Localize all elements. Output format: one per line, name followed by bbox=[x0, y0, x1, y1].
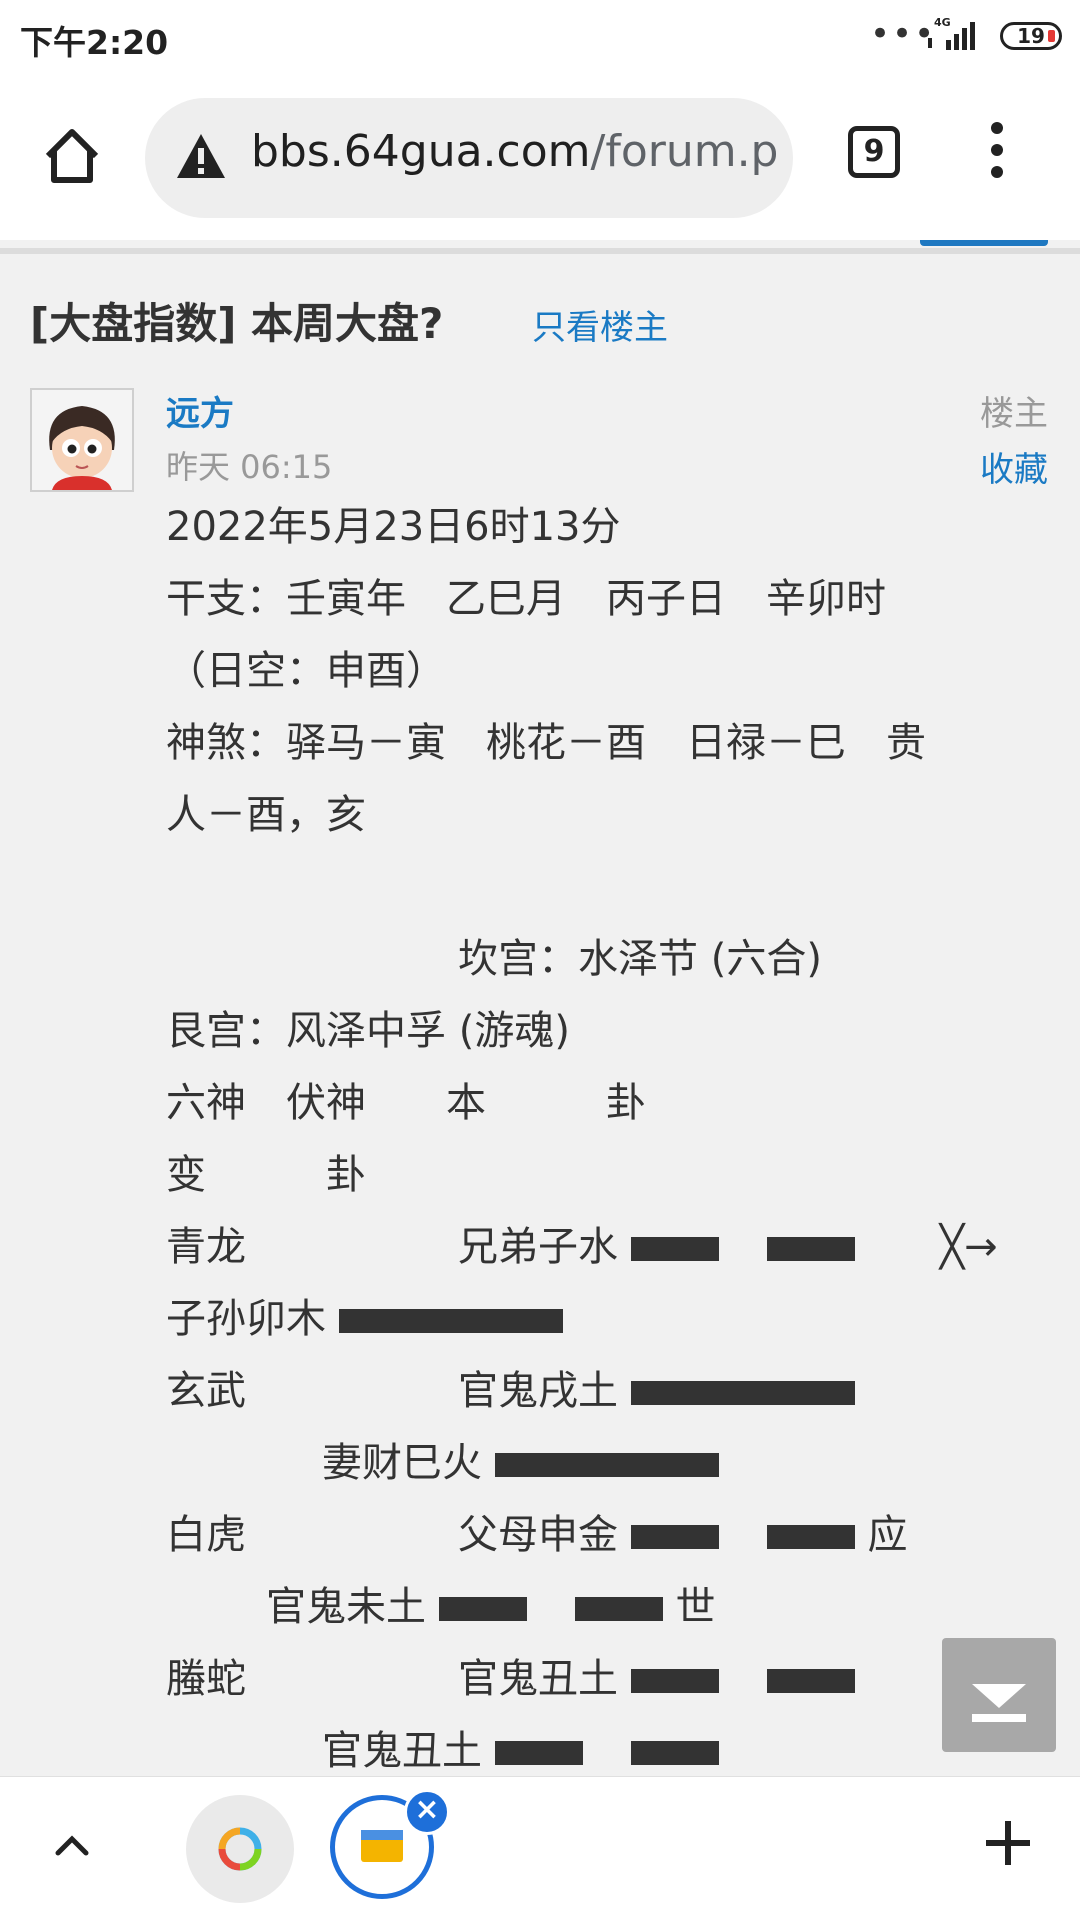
op-label: 楼主 bbox=[980, 394, 1048, 434]
post-line: 坎宫：水泽节 (六合) bbox=[458, 936, 822, 982]
yao-label: 兄弟子水 bbox=[458, 1224, 618, 1270]
yin-line-icon bbox=[630, 1669, 855, 1693]
tabs-button[interactable]: 9 bbox=[848, 126, 900, 178]
active-tab-indicator bbox=[920, 240, 1048, 246]
plus-icon[interactable] bbox=[980, 1815, 1036, 1871]
post-line: 玄武 bbox=[166, 1368, 246, 1414]
yang-line-icon bbox=[494, 1453, 719, 1477]
bottom-toolbar: × bbox=[0, 1776, 1080, 1921]
scroll-to-bottom-button[interactable] bbox=[942, 1638, 1056, 1752]
yao-line: 官鬼丑土 bbox=[322, 1722, 719, 1776]
yin-line-icon bbox=[630, 1525, 855, 1549]
app-logo-icon bbox=[218, 1827, 262, 1871]
avatar[interactable] bbox=[30, 388, 134, 492]
page-content: [大盘指数] 本周大盘? 只看楼主 远方 昨天 06:15 楼主 收藏 2022… bbox=[0, 240, 1080, 1776]
yao-label: 父母申金 bbox=[458, 1512, 618, 1558]
post-line: 2022年5月23日6时13分 bbox=[166, 504, 621, 550]
moving-line-mark: ╳→ bbox=[940, 1224, 998, 1270]
post-line: 神煞：驿马－寅 桃花－酉 日禄－巳 贵 bbox=[166, 720, 926, 766]
yao-label: 官鬼丑土 bbox=[458, 1656, 618, 1702]
yin-line-icon bbox=[630, 1237, 855, 1261]
yao-line: 子孙卯木 bbox=[166, 1290, 563, 1348]
post-line: 六神 伏神 本 卦 bbox=[166, 1080, 646, 1126]
yao-label: 官鬼丑土 bbox=[322, 1728, 482, 1774]
yao-line: 官鬼未土 世 bbox=[266, 1578, 715, 1636]
yao-line: 官鬼戌土 bbox=[458, 1362, 855, 1420]
post-line: （日空：申酉） bbox=[166, 648, 446, 694]
yin-line-icon bbox=[438, 1597, 663, 1621]
signal-icon: 4G bbox=[928, 16, 975, 50]
thread-title: [大盘指数] 本周大盘? bbox=[30, 299, 444, 348]
yao-label: 妻财巳火 bbox=[322, 1440, 482, 1486]
yang-line-icon bbox=[630, 1381, 855, 1405]
more-vert-icon[interactable] bbox=[982, 122, 1012, 182]
yao-line: 父母申金 应 bbox=[458, 1506, 907, 1564]
yin-line-icon bbox=[494, 1741, 719, 1765]
yang-line-icon bbox=[338, 1309, 563, 1333]
browser-toolbar: bbs.64gua.com/forum.p 9 bbox=[0, 74, 1080, 240]
arrow-down-to-line-icon bbox=[972, 1684, 1026, 1722]
status-time: 下午2:20 bbox=[20, 23, 169, 62]
home-icon[interactable] bbox=[40, 124, 104, 188]
yao-label: 子孙卯木 bbox=[166, 1296, 326, 1342]
yao-label: 官鬼未土 bbox=[266, 1584, 426, 1630]
post-line: 人－酉，亥 bbox=[166, 792, 366, 838]
battery-level: 19 bbox=[1017, 24, 1045, 48]
post-line: 艮宫：风泽中孚 (游魂) bbox=[166, 1008, 570, 1054]
author-name[interactable]: 远方 bbox=[166, 386, 234, 435]
yao-label: 官鬼戌土 bbox=[458, 1368, 618, 1414]
yao-line: 官鬼丑土 bbox=[458, 1650, 855, 1708]
url-host: bbs.64gua.com bbox=[251, 126, 591, 177]
battery-icon: 19 bbox=[1000, 22, 1062, 50]
tab-thumbnail[interactable] bbox=[186, 1795, 294, 1903]
post-line: 变 卦 bbox=[166, 1152, 366, 1198]
divider bbox=[0, 248, 1080, 254]
warning-icon[interactable] bbox=[175, 132, 227, 180]
post-line: 青龙 bbox=[166, 1224, 246, 1270]
status-bar: 下午2:20 ••• 4G 19 bbox=[0, 0, 1080, 74]
post-line: 干支：壬寅年 乙巳月 丙子日 辛卯时 bbox=[166, 576, 886, 622]
shi-label: 世 bbox=[675, 1584, 716, 1630]
chevron-up-icon[interactable] bbox=[48, 1821, 96, 1869]
post-time: 昨天 06:15 bbox=[166, 448, 333, 486]
yao-line: 妻财巳火 bbox=[322, 1434, 719, 1492]
close-icon[interactable]: × bbox=[404, 1789, 450, 1835]
yao-line: 兄弟子水 bbox=[458, 1218, 855, 1276]
post-line: 螣蛇 bbox=[166, 1656, 246, 1702]
address-bar[interactable]: bbs.64gua.com/forum.p bbox=[145, 98, 793, 218]
url-text[interactable]: bbs.64gua.com/forum.p bbox=[251, 126, 781, 177]
favorite-button[interactable]: 收藏 bbox=[980, 442, 1048, 491]
url-path: /forum.p bbox=[590, 126, 779, 177]
only-op-link[interactable]: 只看楼主 bbox=[532, 300, 668, 349]
network-type: 4G bbox=[934, 16, 951, 29]
ying-label: 应 bbox=[867, 1512, 908, 1558]
post-line: 白虎 bbox=[166, 1512, 246, 1558]
